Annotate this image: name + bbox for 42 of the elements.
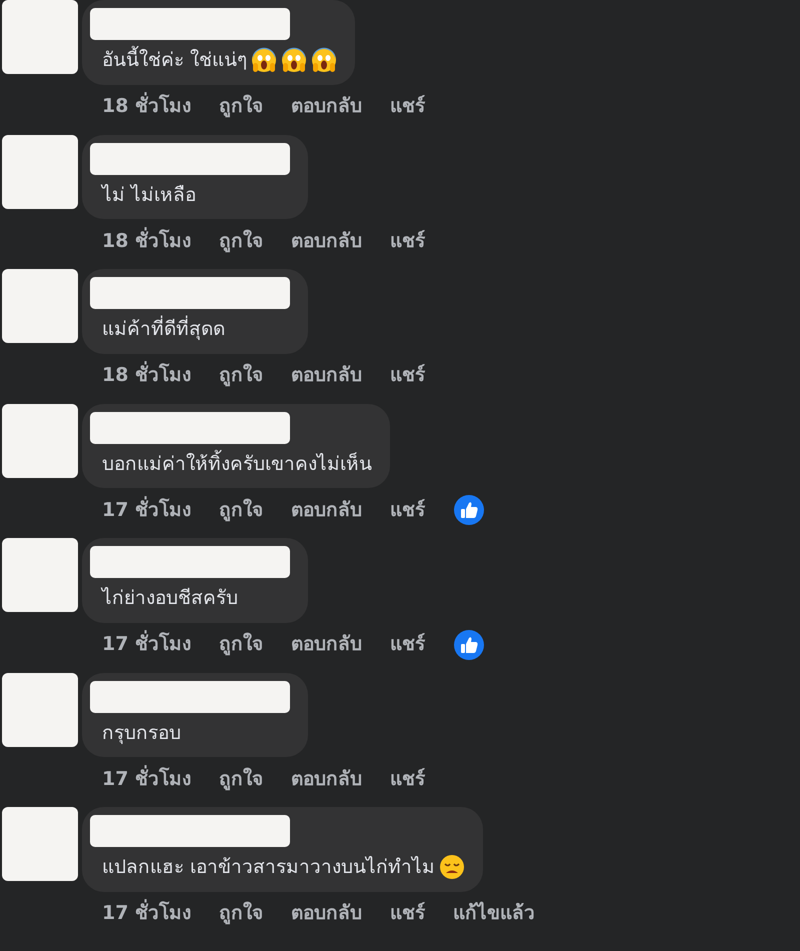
reply-link[interactable]: ตอบกลับ <box>291 361 362 390</box>
comment-text: บอกแม่ค่าให้ทิ้งครับเขาคงไม่เห็น <box>102 450 372 478</box>
timestamp: 18 ชั่วโมง <box>102 361 192 390</box>
reply-link[interactable]: ตอบกลับ <box>291 92 362 121</box>
timestamp: 17 ชั่วโมง <box>102 630 192 659</box>
screaming-face-icon <box>251 47 278 74</box>
comment-text: แม่ค้าที่ดีที่สุดด <box>102 315 225 344</box>
reply-link[interactable]: ตอบกลับ <box>291 496 362 524</box>
like-link[interactable]: ถูกใจ <box>219 226 264 256</box>
edited-label: แก้ไขแล้ว <box>453 900 536 926</box>
share-link[interactable]: แชร์ <box>390 226 426 256</box>
weary-face-icon <box>439 854 466 880</box>
reply-link[interactable]: ตอบกลับ <box>291 630 362 659</box>
reply-link[interactable]: ตอบกลับ <box>291 764 362 794</box>
share-link[interactable]: แชร์ <box>390 92 426 121</box>
like-link[interactable]: ถูกใจ <box>219 496 264 524</box>
timestamp: 17 ชั่วโมง <box>102 496 192 524</box>
share-link[interactable]: แชร์ <box>390 496 426 524</box>
share-link[interactable]: แชร์ <box>390 899 426 928</box>
share-link[interactable]: แชร์ <box>390 630 426 659</box>
comment-text: ไม่ ไม่เหลือ <box>102 182 196 208</box>
comment-text: กรุบกรอบ <box>102 720 181 746</box>
like-link[interactable]: ถูกใจ <box>219 361 264 390</box>
like-link[interactable]: ถูกใจ <box>219 899 264 928</box>
like-link[interactable]: ถูกใจ <box>219 764 264 794</box>
comment-text: แปลกแฮะ เอาข้าวสารมาวางบนไก่ทำไม <box>102 855 436 880</box>
like-reaction-icon[interactable] <box>453 494 486 526</box>
reply-link[interactable]: ตอบกลับ <box>291 899 362 928</box>
share-link[interactable]: แชร์ <box>390 764 426 794</box>
screaming-face-icon <box>281 47 308 74</box>
like-link[interactable]: ถูกใจ <box>219 92 264 121</box>
like-reaction-icon[interactable] <box>453 628 486 660</box>
timestamp: 17 ชั่วโมง <box>102 899 192 928</box>
reply-link[interactable]: ตอบกลับ <box>291 226 362 256</box>
comment-text: ไก่ย่างอบชีสครับ <box>102 586 238 611</box>
timestamp: 18 ชั่วโมง <box>102 92 192 121</box>
timestamp: 18 ชั่วโมง <box>102 226 192 256</box>
comment-text: อันนี้ใช่ค่ะ ใช่แน่ๆ <box>102 46 248 74</box>
timestamp: 17 ชั่วโมง <box>102 764 192 794</box>
like-link[interactable]: ถูกใจ <box>219 630 264 659</box>
screaming-face-icon <box>311 47 338 74</box>
share-link[interactable]: แชร์ <box>390 361 426 390</box>
